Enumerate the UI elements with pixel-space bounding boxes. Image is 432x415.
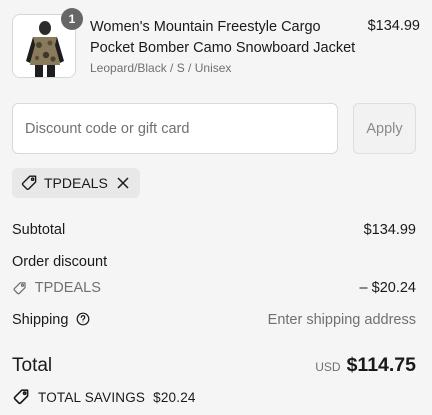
subtotal-row: Subtotal $134.99 — [12, 222, 416, 238]
tag-icon — [12, 281, 27, 296]
order-discount-label: Order discount — [12, 254, 108, 270]
discount-code-label: TPDEALS — [34, 280, 101, 296]
help-icon[interactable] — [76, 312, 90, 326]
shipping-value: Enter shipping address — [267, 312, 416, 328]
total-amount-group: USD $114.75 — [315, 354, 416, 377]
currency-code: USD — [315, 360, 341, 374]
line-item: 1 Women's Mountain Freestyle Cargo Pocke… — [12, 8, 420, 80]
total-row: Total USD $114.75 — [12, 354, 416, 380]
tag-icon — [12, 388, 30, 406]
quantity-badge: 1 — [61, 8, 83, 30]
subtotal-value: $134.99 — [363, 222, 416, 238]
order-discount-row: Order discount — [12, 254, 416, 270]
close-icon — [117, 177, 129, 189]
product-variant: Leopard/Black / S / Unisex — [90, 61, 232, 75]
discount-code-input[interactable] — [12, 103, 338, 154]
subtotal-label: Subtotal — [12, 222, 66, 238]
applied-code-label: TPDEALS — [44, 175, 108, 191]
savings-value: $20.24 — [153, 389, 196, 405]
applied-discount-chip: TPDEALS — [12, 168, 140, 198]
apply-button[interactable]: Apply — [353, 103, 416, 154]
product-price: $134.99 — [367, 18, 420, 34]
discount-value: – $20.24 — [359, 280, 416, 296]
remove-discount-button[interactable] — [116, 176, 130, 190]
total-amount: $114.75 — [346, 354, 416, 376]
discount-code-row: TPDEALS – $20.24 — [12, 280, 416, 296]
total-label: Total — [12, 355, 53, 376]
savings-label: TOTAL SAVINGS — [38, 389, 146, 405]
shipping-row: Shipping Enter shipping address — [12, 312, 416, 328]
product-title: Women's Mountain Freestyle Cargo Pocket … — [90, 19, 356, 56]
shipping-label: Shipping — [12, 312, 69, 328]
total-savings: TOTAL SAVINGS $20.24 — [12, 388, 196, 406]
tag-icon — [20, 174, 38, 192]
